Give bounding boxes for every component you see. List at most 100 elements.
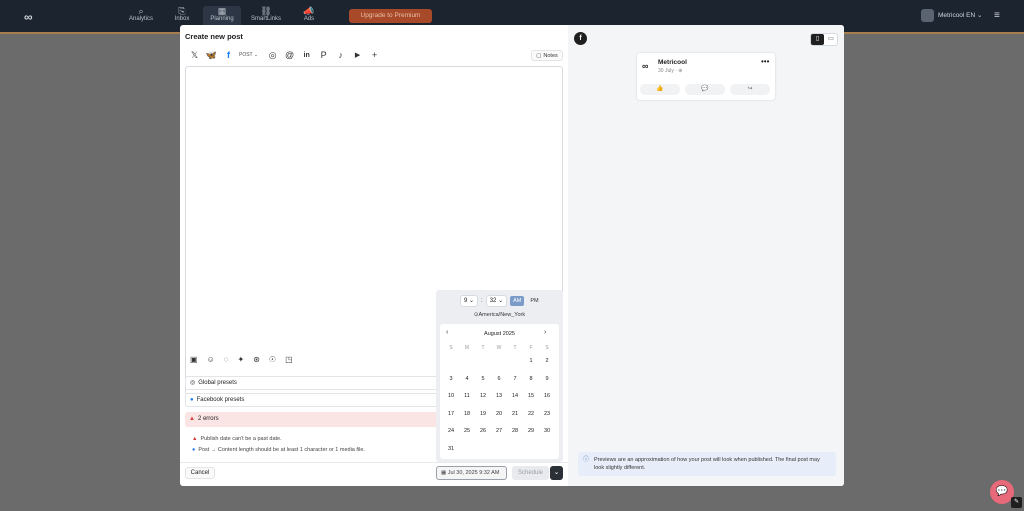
calendar-day[interactable]: 11 (459, 388, 475, 406)
tiktok-icon[interactable]: ♪ (332, 48, 349, 62)
composer-panel: Create new post 𝕏 🦋 f POST ⌄ ◎ @ in P ♪ … (180, 25, 568, 486)
ai-assistant-icon[interactable]: ☉ (269, 355, 276, 364)
calendar-day[interactable]: 13 (491, 388, 507, 406)
calendar-empty-cell (459, 353, 475, 371)
calendar-day[interactable]: 24 (443, 423, 459, 441)
more-icon[interactable]: ••• (761, 57, 769, 66)
calendar-month: August 2025 (484, 331, 515, 337)
facebook-icon[interactable]: f (220, 48, 237, 62)
calendar-day[interactable]: 25 (459, 423, 475, 441)
calendar-day[interactable]: 26 (475, 423, 491, 441)
calendar-day[interactable]: 7 (507, 371, 523, 389)
date-time-button[interactable]: ▦ Jul 30, 2025 9:32 AM (436, 466, 507, 480)
pinterest-icon[interactable]: P (315, 48, 332, 62)
calendar-day[interactable]: 17 (443, 406, 459, 424)
link-icon[interactable]: ⊛ (253, 355, 260, 364)
bluesky-icon[interactable]: 🦋 (203, 48, 220, 62)
like-icon[interactable]: 👍 (640, 84, 680, 95)
youtube-icon[interactable]: ▶ (349, 48, 366, 62)
accessibility-icon[interactable]: ✎ (1011, 497, 1022, 508)
hour-select[interactable]: 9 ⌄ (460, 295, 479, 307)
chevron-right-icon[interactable]: › (544, 329, 546, 336)
share-icon[interactable]: ↪ (730, 84, 770, 95)
calendar-day[interactable]: 1 (523, 353, 539, 371)
calendar-icon: ▦ (441, 470, 448, 476)
calendar-day[interactable]: 19 (475, 406, 491, 424)
calendar-day[interactable]: 21 (507, 406, 523, 424)
linkedin-icon[interactable]: in (298, 48, 315, 62)
calendar-day[interactable]: 4 (459, 371, 475, 389)
add-network-icon[interactable]: + (366, 48, 383, 62)
nav-label: Planning (210, 16, 234, 22)
calendar-day[interactable]: 22 (523, 406, 539, 424)
minute-select[interactable]: 32 ⌄ (485, 295, 508, 307)
notes-button[interactable]: ▢ Notes (531, 50, 563, 61)
nav-label: SmartLinks (250, 16, 281, 22)
date-picker-popover: 9 ⌄ : 32 ⌄ AM PM ⊙America/New_York Augus… (436, 290, 563, 462)
hamburger-menu-icon[interactable]: ≡ (994, 10, 1000, 21)
x-icon[interactable]: 𝕏 (186, 48, 203, 62)
weekday-header: S (449, 345, 453, 351)
schedule-button[interactable]: Schedule (512, 466, 549, 480)
calendar-day[interactable]: 3 (443, 371, 459, 389)
errors-title: 2 errors (197, 416, 219, 422)
calendar-day[interactable]: 27 (491, 423, 507, 441)
error-text: Publish date can't be a past date. (200, 436, 282, 442)
ai-icon[interactable]: ✦ (238, 355, 245, 364)
calendar-day[interactable]: 20 (491, 406, 507, 424)
timezone-selector[interactable]: ⊙America/New_York (436, 312, 563, 318)
facebook-icon: ● (190, 397, 194, 403)
preview-icon[interactable]: ◳ (285, 355, 293, 364)
metricool-logo[interactable]: ∞ (24, 10, 33, 24)
mobile-view-icon[interactable]: ▯ (811, 34, 824, 45)
calendar-day[interactable]: 6 (491, 371, 507, 389)
am-button[interactable]: AM (510, 296, 525, 306)
calendar-day[interactable]: 16 (539, 388, 555, 406)
instagram-icon[interactable]: ◎ (264, 48, 281, 62)
emoji-icon[interactable]: ☺ (207, 355, 215, 364)
error-message: ● Post → Content length should be at leas… (192, 447, 365, 453)
chevron-left-icon[interactable]: ‹ (446, 329, 448, 336)
comment-icon[interactable]: ◌ (224, 355, 229, 364)
media-icon[interactable]: ▣ (190, 355, 198, 364)
preview-disclaimer: ⓘ Previews are an approximation of how y… (578, 452, 836, 476)
chevron-down-icon[interactable]: ⌄ (550, 466, 563, 480)
chat-icon: 💬 (995, 486, 1009, 497)
facebook-presets-row[interactable]: ● Facebook presets (185, 393, 441, 407)
error-text: Post → Content length should be at least… (198, 447, 365, 453)
preview-note-text: Previews are an approximation of how you… (594, 457, 820, 471)
desktop-view-icon[interactable]: ▭ (825, 34, 837, 45)
threads-icon[interactable]: @ (281, 48, 298, 62)
calendar-day[interactable]: 5 (475, 371, 491, 389)
calendar-day[interactable]: 28 (507, 423, 523, 441)
calendar-day[interactable]: 15 (523, 388, 539, 406)
calendar-day[interactable]: 12 (475, 388, 491, 406)
facebook-icon[interactable]: f (574, 32, 587, 45)
calendar-day[interactable]: 2 (539, 353, 555, 371)
footer-divider (180, 462, 568, 463)
cancel-button[interactable]: Cancel (185, 467, 215, 479)
calendar-day[interactable]: 10 (443, 388, 459, 406)
comment-icon[interactable]: 💬 (685, 84, 725, 95)
post-type-label: POST (239, 52, 253, 58)
calendar-day[interactable]: 8 (523, 371, 539, 389)
calendar-day[interactable]: 29 (523, 423, 539, 441)
info-icon: ⓘ (583, 457, 590, 463)
weekday-header: W (496, 345, 502, 351)
calendar-day[interactable]: 14 (507, 388, 523, 406)
errors-banner[interactable]: ▲ 2 errors (185, 412, 441, 427)
post-type-select[interactable]: POST ⌄ (239, 52, 258, 58)
calendar-day[interactable]: 9 (539, 371, 555, 389)
calendar-day[interactable]: 31 (443, 441, 459, 459)
calendar-day[interactable]: 23 (539, 406, 555, 424)
nav-label: Inbox (174, 16, 190, 22)
pm-button[interactable]: PM (527, 296, 541, 306)
nav-analytics[interactable]: ⌕ Analytics (127, 6, 155, 28)
post-preview-card: ∞ Metricool 30 July · ⊕ ••• 👍 💬 ↪ (637, 53, 775, 100)
upgrade-button[interactable]: Upgrade to Premium (349, 9, 432, 23)
calendar-day[interactable]: 18 (459, 406, 475, 424)
global-presets-row[interactable]: ◎ Global presets (185, 376, 441, 390)
calendar-empty-cell (507, 441, 523, 459)
account-switcher[interactable]: Metricool EN ⌄ (921, 9, 982, 23)
calendar-day[interactable]: 30 (539, 423, 555, 441)
